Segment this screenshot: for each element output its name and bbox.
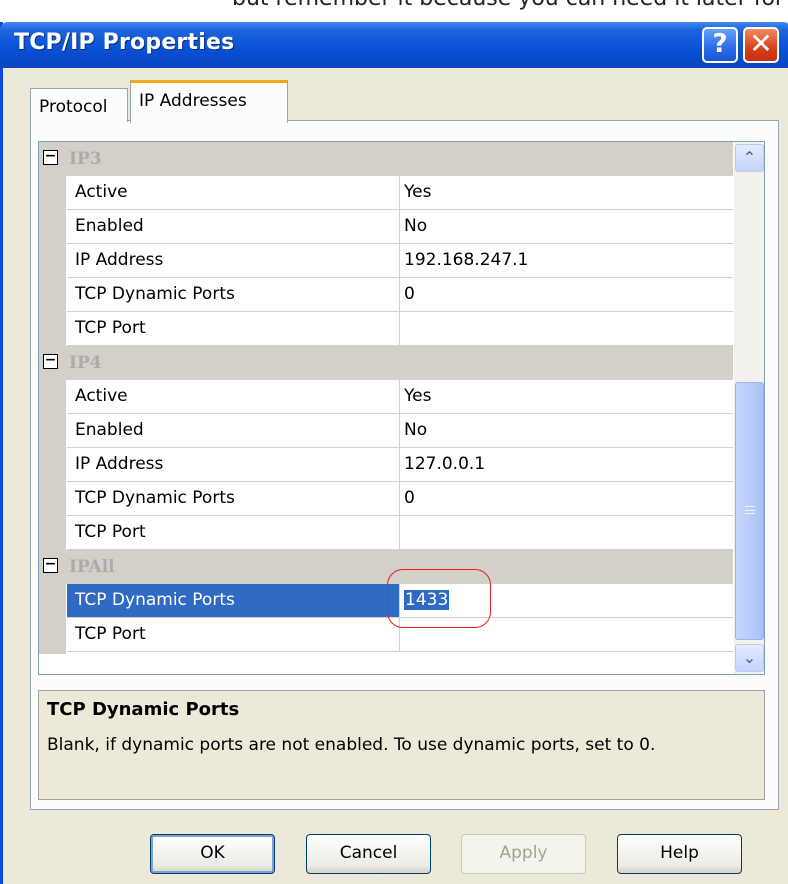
title-bar[interactable]: TCP/IP Properties ? ✕ (0, 22, 788, 68)
property-row[interactable]: TCP Dynamic Ports 0 (39, 482, 733, 516)
property-row[interactable]: Enabled No (39, 210, 733, 244)
property-row[interactable]: Enabled No (39, 414, 733, 448)
scroll-down-icon[interactable]: ⌄ (735, 644, 764, 672)
scroll-up-icon[interactable]: ⌃ (735, 144, 764, 172)
grip-icon (745, 506, 755, 514)
description-title: TCP Dynamic Ports (47, 699, 240, 720)
property-name: TCP Dynamic Ports (67, 482, 400, 516)
category-ip4[interactable]: − IP4 (39, 346, 733, 380)
description-panel: TCP Dynamic Ports Blank, if dynamic port… (38, 690, 765, 800)
scrollbar-thumb[interactable] (735, 382, 764, 640)
property-value[interactable]: 0 (400, 482, 733, 516)
category-ip3[interactable]: − IP3 (39, 142, 733, 176)
property-name: TCP Port (67, 618, 400, 652)
property-name: TCP Port (67, 516, 400, 550)
property-value[interactable] (400, 312, 733, 346)
collapse-icon[interactable]: − (43, 557, 58, 573)
property-row-selected[interactable]: TCP Dynamic Ports 1433 (39, 584, 733, 618)
red-annotation-circle (387, 569, 491, 628)
category-ipall[interactable]: − IPAll (39, 550, 733, 584)
property-value[interactable]: 192.168.247.1 (400, 244, 733, 278)
property-row[interactable]: TCP Port (39, 618, 733, 652)
background-text: but remember it because you can need it … (232, 0, 788, 11)
property-row[interactable]: TCP Port (39, 312, 733, 346)
property-name: TCP Dynamic Ports (67, 278, 400, 312)
property-value[interactable]: No (400, 210, 733, 244)
collapse-icon[interactable]: − (43, 353, 58, 369)
property-value[interactable]: Yes (400, 176, 733, 210)
window-title: TCP/IP Properties (14, 30, 235, 55)
property-name: Enabled (67, 414, 400, 448)
help-button[interactable]: Help (617, 834, 742, 874)
help-titlebar-button[interactable]: ? (702, 27, 738, 63)
vertical-scrollbar[interactable]: ⌃ ⌄ (734, 142, 764, 674)
property-value[interactable] (400, 516, 733, 550)
ok-button[interactable]: OK (150, 834, 275, 874)
background-document-text: but remember it because you can need it … (0, 0, 788, 22)
property-value[interactable]: Yes (400, 380, 733, 414)
property-name: TCP Dynamic Ports (67, 584, 400, 618)
category-label: IP3 (69, 149, 102, 169)
property-row[interactable]: Active Yes (39, 380, 733, 414)
property-name: IP Address (67, 244, 400, 278)
property-row[interactable]: IP Address 127.0.0.1 (39, 448, 733, 482)
description-text: Blank, if dynamic ports are not enabled.… (47, 735, 656, 755)
property-name: IP Address (67, 448, 400, 482)
property-name: TCP Port (67, 312, 400, 346)
property-value[interactable]: 0 (400, 278, 733, 312)
property-row[interactable]: Active Yes (39, 176, 733, 210)
property-row[interactable]: TCP Port (39, 516, 733, 550)
property-name: Active (67, 380, 400, 414)
property-value[interactable]: 127.0.0.1 (400, 448, 733, 482)
close-button[interactable]: ✕ (743, 27, 779, 63)
cancel-button[interactable]: Cancel (306, 834, 431, 874)
property-row[interactable]: IP Address 192.168.247.1 (39, 244, 733, 278)
category-label: IPAll (69, 557, 115, 577)
property-row[interactable]: TCP Dynamic Ports 0 (39, 278, 733, 312)
tab-protocol[interactable]: Protocol (30, 88, 128, 122)
apply-button[interactable]: Apply (461, 834, 586, 874)
collapse-icon[interactable]: − (43, 149, 58, 165)
property-value[interactable]: No (400, 414, 733, 448)
category-label: IP4 (69, 353, 102, 373)
tab-ip-addresses[interactable]: IP Addresses (130, 80, 288, 123)
property-name: Active (67, 176, 400, 210)
property-name: Enabled (67, 210, 400, 244)
